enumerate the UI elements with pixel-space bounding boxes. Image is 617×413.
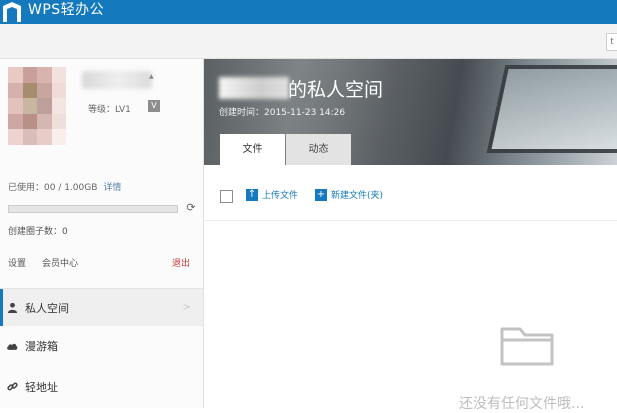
tab-files[interactable]: 文件: [220, 134, 285, 165]
empty-state-text: 还没有任何文件哦...: [459, 396, 585, 412]
page-title: 的私人空间: [288, 79, 384, 101]
upload-file-button[interactable]: ↑ 上传文件: [246, 188, 298, 201]
sidebar-item-label: 私人空间: [25, 301, 69, 315]
storage-detail-link[interactable]: 详情: [103, 183, 121, 193]
space-created-time: 创建时间：2015-11-23 14:26: [219, 108, 346, 118]
upload-file-label: 上传文件: [262, 191, 299, 201]
empty-folder-icon: [500, 327, 554, 366]
settings-link[interactable]: 设置: [8, 256, 26, 269]
plus-icon: +: [315, 188, 327, 201]
app-title-bar: WPS轻办公: [0, 0, 617, 24]
sidebar-item-roaming-box[interactable]: 漫游箱: [0, 327, 203, 364]
sidebar: ▲ 等级：LV1 V 已使用：00 / 1.00GB 详情 ⟳ 创建圈子数：0 设…: [0, 59, 204, 408]
wps-logo-icon: [3, 2, 21, 22]
app-title: WPS轻办公: [28, 2, 105, 18]
storage-progress-bar: [8, 205, 178, 213]
link-icon: [5, 380, 19, 394]
storage-usage-text: 已使用：00 / 1.00GB: [8, 183, 98, 193]
member-center-link[interactable]: 会员中心: [42, 256, 78, 269]
top-right-button[interactable]: t: [606, 33, 617, 51]
chevron-right-icon: >: [182, 302, 191, 313]
sidebar-item-label: 轻地址: [25, 380, 58, 394]
person-icon: [5, 301, 19, 315]
sidebar-item-label: 漫游箱: [25, 339, 58, 353]
vip-badge-icon: V: [148, 100, 160, 112]
cloud-icon: [5, 339, 19, 353]
sidebar-nav: 私人空间 > 漫游箱 轻地址: [0, 288, 203, 409]
sidebar-item-private-space[interactable]: 私人空间 >: [0, 289, 203, 326]
logout-link[interactable]: 退出: [172, 256, 190, 269]
circles-count: 创建圈子数：0: [8, 227, 68, 237]
new-file-label: 新建文件(夹): [331, 191, 384, 201]
avatar[interactable]: [8, 67, 66, 145]
upload-arrow-icon: ↑: [246, 188, 258, 201]
space-banner: 的私人空间 创建时间：2015-11-23 14:26 文件 动态: [204, 59, 617, 165]
new-file-button[interactable]: + 新建文件(夹): [315, 188, 383, 201]
refresh-icon[interactable]: ⟳: [185, 202, 197, 214]
space-owner-blurred: [219, 77, 289, 99]
storage-usage: 已使用：00 / 1.00GB 详情: [8, 180, 121, 193]
top-toolbar: t: [0, 24, 617, 59]
username-blurred: [82, 71, 152, 89]
select-all-checkbox[interactable]: [220, 190, 233, 203]
user-level: 等级：LV1: [88, 105, 131, 115]
tab-activity[interactable]: 动态: [286, 134, 351, 165]
sidebar-item-short-link[interactable]: 轻地址: [0, 368, 203, 405]
caret-up-icon: ▲: [149, 73, 154, 80]
file-toolbar: ↑ 上传文件 + 新建文件(夹): [204, 166, 617, 221]
